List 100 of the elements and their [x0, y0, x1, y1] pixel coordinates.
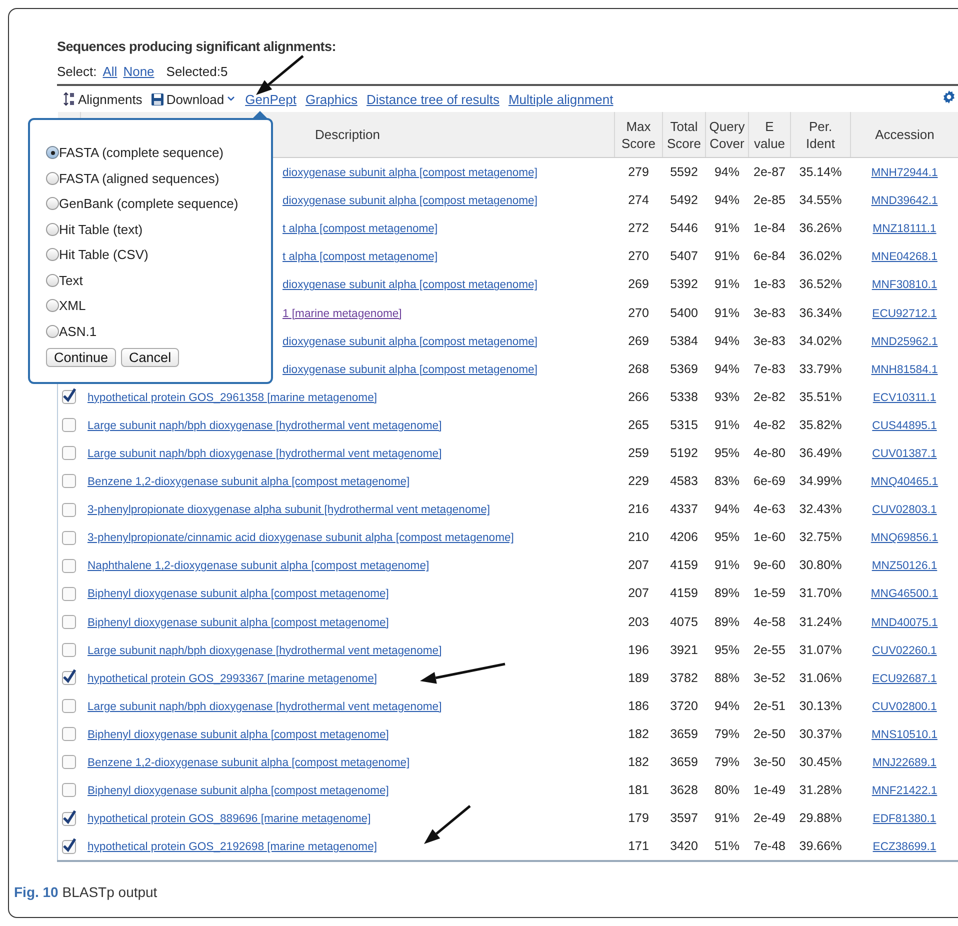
row-checkbox[interactable]: [62, 812, 76, 826]
accession-link[interactable]: MNH72944.1: [871, 167, 938, 180]
toolbar-button[interactable]: Download: [166, 92, 224, 106]
accession-link[interactable]: CUS44895.1: [872, 420, 937, 432]
row-checkbox[interactable]: [62, 446, 76, 460]
row-checkbox[interactable]: [62, 699, 76, 714]
radio-button[interactable]: [46, 172, 59, 185]
row-checkbox[interactable]: [62, 586, 76, 601]
description-link[interactable]: Large subunit naph/bph dioxygenase [hydrothermal vent metagenome]: [88, 448, 442, 460]
settings-icon[interactable]: [942, 90, 956, 104]
radio-button[interactable]: [46, 222, 59, 236]
format-option[interactable]: FASTA (aligned sequences): [46, 166, 271, 191]
description-link[interactable]: dioxygenase subunit alpha [compost metagenome]: [282, 336, 538, 348]
format-option[interactable]: GenBank (complete sequence): [46, 191, 271, 216]
radio-button[interactable]: [46, 299, 59, 312]
toolbar-link[interactable]: Graphics: [305, 92, 358, 106]
accession-link[interactable]: ECU92687.1: [872, 672, 937, 685]
accession-link[interactable]: MNQ40465.1: [870, 476, 938, 488]
row-checkbox[interactable]: [62, 530, 76, 545]
column-header[interactable]: Query Cover: [706, 112, 748, 158]
accession-link[interactable]: MNH81584.1: [871, 364, 938, 376]
description-link[interactable]: hypothetical protein GOS_2192698 [marine metagenome]: [88, 841, 378, 854]
format-option[interactable]: Hit Table (text): [46, 216, 271, 242]
menu-button[interactable]: Cancel: [121, 348, 180, 367]
row-checkbox[interactable]: [62, 502, 76, 517]
format-option[interactable]: ASN.1: [46, 318, 271, 344]
row-checkbox[interactable]: [62, 474, 76, 488]
accession-link[interactable]: MND40075.1: [871, 616, 938, 629]
description-link[interactable]: Biphenyl dioxygenase subunit alpha [compost metagenome]: [88, 785, 389, 798]
row-checkbox[interactable]: [62, 671, 76, 686]
accession-link[interactable]: ECZ38699.1: [872, 841, 936, 854]
description-link[interactable]: hypothetical protein GOS_2993367 [marine metagenome]: [88, 672, 378, 685]
description-link[interactable]: Biphenyl dioxygenase subunit alpha [compost metagenome]: [88, 616, 389, 629]
row-checkbox[interactable]: [62, 558, 76, 573]
radio-button[interactable]: [46, 146, 59, 160]
description-link[interactable]: 3-phenylpropionate/cinnamic acid dioxygenase subunit alpha [compost metagenome]: [88, 532, 514, 544]
row-checkbox[interactable]: [62, 727, 76, 742]
accession-link[interactable]: MNE04268.1: [872, 251, 938, 264]
row-checkbox[interactable]: [62, 418, 76, 432]
format-option[interactable]: Text: [46, 268, 271, 293]
radio-button[interactable]: [46, 248, 59, 262]
accession-link[interactable]: EDF81380.1: [872, 813, 936, 826]
toolbar-button[interactable]: Alignments: [78, 92, 142, 106]
description-link[interactable]: Naphthalene 1,2-dioxygenase subunit alpha [compost metagenome]: [88, 560, 430, 572]
description-link[interactable]: t alpha [compost metagenome]: [282, 223, 438, 236]
description-link[interactable]: 3-phenylpropionate dioxygenase alpha subunit [hydrothermal vent metagenome]: [88, 504, 490, 516]
accession-link[interactable]: ECV10311.1: [872, 392, 936, 404]
row-checkbox[interactable]: [62, 390, 76, 404]
caret-icon[interactable]: [226, 95, 236, 103]
accession-link[interactable]: CUV02260.1: [872, 644, 937, 657]
format-option[interactable]: Hit Table (CSV): [46, 242, 271, 268]
description-link[interactable]: Biphenyl dioxygenase subunit alpha [compost metagenome]: [88, 588, 389, 600]
row-checkbox[interactable]: [62, 840, 76, 854]
select-link[interactable]: None: [123, 64, 154, 79]
toolbar-link[interactable]: GenPept: [245, 92, 296, 106]
radio-button[interactable]: [46, 274, 59, 287]
column-header[interactable]: Per. Ident: [790, 112, 850, 158]
accession-link[interactable]: MNF30810.1: [872, 279, 938, 292]
column-header[interactable]: Total Score: [662, 112, 706, 158]
description-link[interactable]: 1 [marine metagenome]: [282, 308, 402, 320]
description-link[interactable]: t alpha [compost metagenome]: [282, 251, 438, 264]
column-header[interactable]: E value: [748, 112, 790, 158]
description-link[interactable]: Large subunit naph/bph dioxygenase [hydrothermal vent metagenome]: [88, 644, 442, 657]
description-link[interactable]: dioxygenase subunit alpha [compost metagenome]: [282, 364, 538, 376]
accession-link[interactable]: MNJ22689.1: [872, 757, 937, 770]
select-link[interactable]: All: [102, 64, 118, 79]
row-checkbox[interactable]: [62, 783, 76, 798]
description-link[interactable]: Biphenyl dioxygenase subunit alpha [compost metagenome]: [88, 728, 389, 741]
toolbar-link[interactable]: Distance tree of results: [366, 92, 500, 106]
accession-link[interactable]: CUV02800.1: [872, 700, 937, 713]
description-link[interactable]: dioxygenase subunit alpha [compost metagenome]: [282, 167, 538, 180]
accession-link[interactable]: ECU92712.1: [872, 308, 937, 320]
menu-button[interactable]: Continue: [46, 348, 116, 367]
accession-link[interactable]: MNS10510.1: [872, 728, 938, 741]
description-link[interactable]: Benzene 1,2-dioxygenase subunit alpha [compost metagenome]: [88, 757, 410, 770]
description-link[interactable]: Large subunit naph/bph dioxygenase [hydrothermal vent metagenome]: [88, 420, 442, 432]
description-link[interactable]: dioxygenase subunit alpha [compost metagenome]: [282, 195, 538, 208]
accession-link[interactable]: MND25962.1: [871, 336, 938, 348]
accession-link[interactable]: MNG46500.1: [870, 588, 938, 600]
column-header[interactable]: Max Score: [614, 112, 662, 158]
row-checkbox[interactable]: [62, 642, 76, 657]
accession-link[interactable]: MNZ18111.1: [872, 223, 936, 236]
toolbar-link[interactable]: Multiple alignment: [508, 92, 614, 106]
radio-button[interactable]: [46, 324, 59, 338]
description-link[interactable]: Large subunit naph/bph dioxygenase [hydrothermal vent metagenome]: [88, 700, 442, 713]
description-link[interactable]: Benzene 1,2-dioxygenase subunit alpha [compost metagenome]: [88, 476, 410, 488]
row-checkbox[interactable]: [62, 755, 76, 770]
row-checkbox[interactable]: [62, 614, 76, 629]
description-link[interactable]: hypothetical protein GOS_889696 [marine metagenome]: [88, 813, 371, 826]
accession-link[interactable]: CUV02803.1: [872, 504, 937, 516]
accession-link[interactable]: CUV01387.1: [872, 448, 937, 460]
format-option[interactable]: XML: [46, 293, 271, 318]
description-link[interactable]: hypothetical protein GOS_2961358 [marine metagenome]: [88, 392, 378, 404]
accession-link[interactable]: MNF21422.1: [872, 785, 938, 798]
radio-button[interactable]: [46, 197, 59, 210]
description-link[interactable]: dioxygenase subunit alpha [compost metagenome]: [282, 279, 538, 292]
accession-link[interactable]: MNZ50126.1: [872, 560, 938, 572]
accession-link[interactable]: MND39642.1: [871, 195, 938, 208]
accession-link[interactable]: MNQ69856.1: [870, 532, 938, 544]
column-header[interactable]: Accession: [850, 112, 958, 158]
